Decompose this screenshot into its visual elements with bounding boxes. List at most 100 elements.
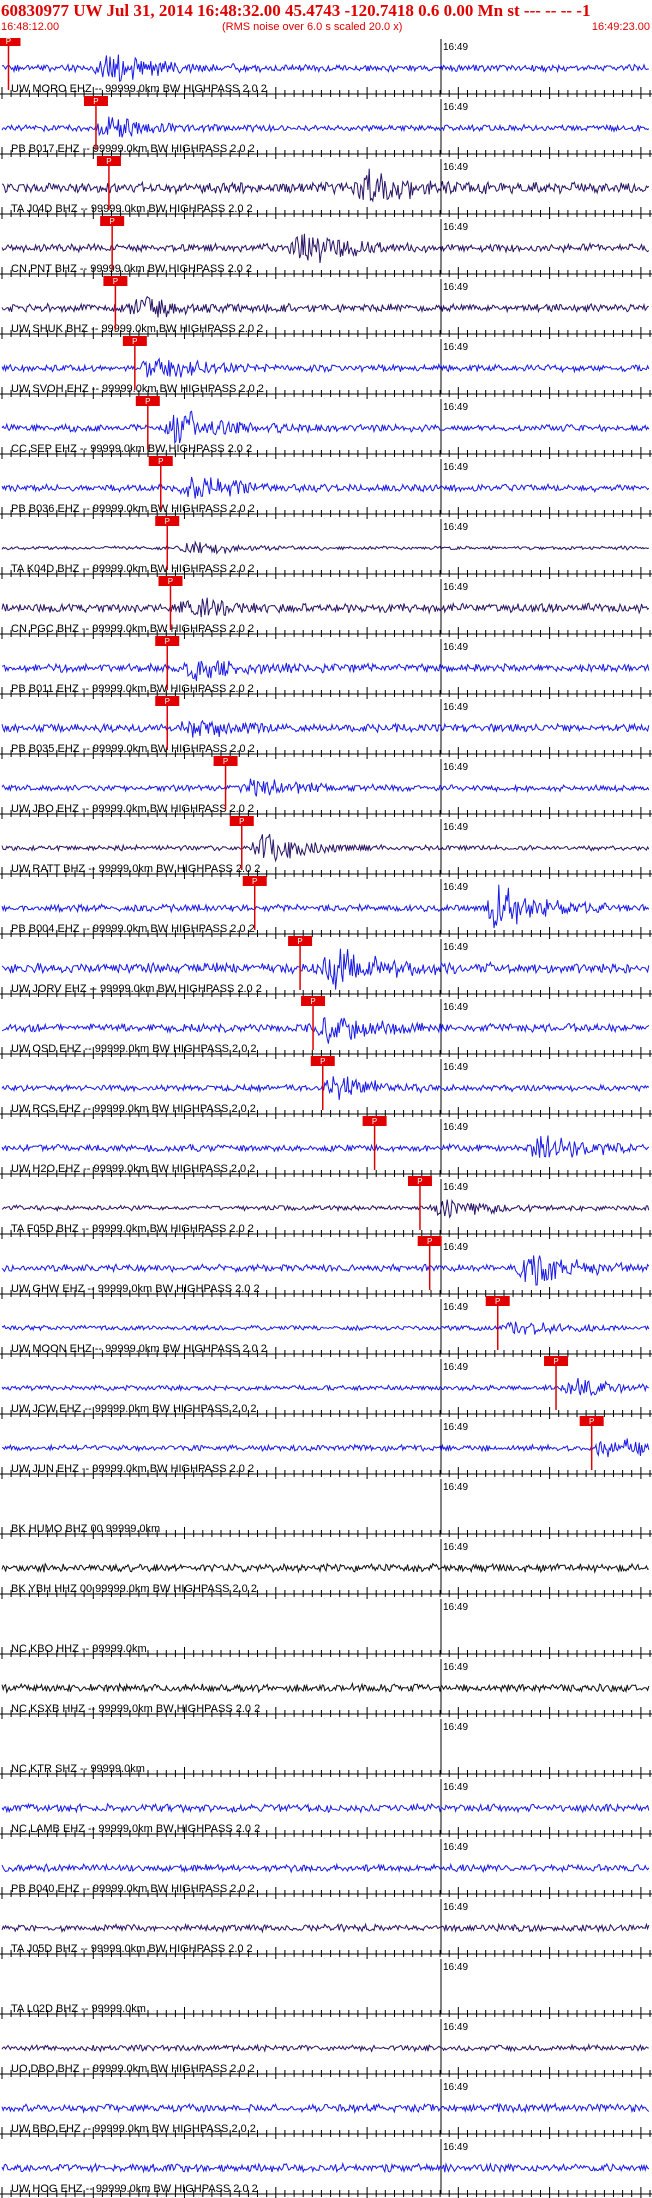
p-pick-label: P [168, 577, 173, 586]
trace-panel: 16:49 NC KBO HHZ -- 99999.0km [0, 1599, 652, 1659]
waveform [1, 1255, 650, 1286]
trace-panel: 16:49 PB B040 EHZ -- 99999.0km BW HIGHPAS… [0, 1839, 652, 1899]
minute-label: 16:49 [443, 1782, 468, 1793]
trace-panel: 16:49 UW RCS EHZ -- 99999.0km BW HIGHPASS… [0, 1056, 652, 1119]
station-label: BK YBH HHZ 00 99999.0km BW HIGHPASS 2.0 … [11, 1583, 257, 1595]
station-label: TA J04D BHZ -- 99999.0km BW HIGHPASS 2.0… [11, 203, 253, 215]
trace-panel: 16:49 UW OSD EHZ -- 99999.0km BW HIGHPASS… [0, 996, 652, 1059]
minute-label: 16:49 [443, 222, 468, 233]
trace-panel: 16:49 CN PNT BHZ -- 99999.0km BW HIGHPASS… [0, 216, 652, 279]
station-label: UW RATT BHZ -- 99999.0km BW HIGHPASS 2.0… [11, 863, 260, 875]
rms-note: (RMS noise over 6.0 s scaled 20.0 x) [222, 21, 403, 33]
trace-panel: 16:49 PB B035 EHZ -- 99999.0km BW HIGHPAS… [0, 696, 652, 759]
minute-label: 16:49 [443, 702, 468, 713]
waveform [1, 295, 649, 318]
waveform [1, 834, 650, 863]
station-label: UW RCS EHZ -- 99999.0km BW HIGHPASS 2.0 … [11, 1103, 256, 1115]
trace-panel: 16:49 NC KSXB HHZ -- 99999.0km BW HIGHPAS… [0, 1659, 652, 1719]
minute-label: 16:49 [443, 342, 468, 353]
station-label: UO DBO BHZ -- 99999.0km BW HIGHPASS 2.0 … [11, 2063, 255, 2075]
minute-label: 16:49 [443, 1542, 468, 1553]
station-label: UW H2O EHZ -- 99999.0km BW HIGHPASS 2.0 … [11, 1163, 255, 1175]
waveform [1, 540, 650, 555]
trace-panel: 16:49 CC SEP EHZ -- 99999.0km BW HIGHPASS… [0, 396, 652, 459]
waveform [1, 168, 650, 203]
p-pick-label: P [495, 1297, 500, 1306]
minute-label: 16:49 [443, 1302, 468, 1313]
minute-label: 16:49 [443, 1962, 468, 1973]
station-label: NC KSXB HHZ -- 99999.0km BW HIGHPASS 2.0… [11, 1703, 260, 1715]
station-label: UW JBO EHZ -- 99999.0km BW HIGHPASS 2.0 … [11, 803, 254, 815]
station-label: UW HOG EHZ -- 99999.0km BW HIGHPASS 2.0 … [11, 2183, 258, 2195]
trace-panel: 16:49 UW GHW EHZ -- 99999.0km BW HIGHPASS… [0, 1236, 652, 1299]
station-label: PB B035 EHZ -- 99999.0km BW HIGHPASS 2.0… [11, 743, 255, 755]
end-time: 16:49:23.00 [591, 21, 650, 33]
station-label: TA J05D BHZ -- 99999.0km BW HIGHPASS 2.0… [11, 1943, 253, 1955]
trace-panel: 16:49 BK YBH HHZ 00 99999.0km BW HIGHPASS… [0, 1539, 652, 1599]
station-label: NC KTR SHZ -- 99999.0km [11, 1763, 145, 1775]
minute-label: 16:49 [443, 1122, 468, 1133]
minute-label: 16:49 [443, 1422, 468, 1433]
waveform [1, 233, 650, 264]
waveform [1, 2043, 649, 2053]
waveform [1, 410, 650, 445]
station-label: CC SEP EHZ -- 99999.0km BW HIGHPASS 2.0 … [11, 443, 252, 455]
trace-panel: 16:49 UW JORV EHZ -- 99999.0km BW HIGHPAS… [0, 936, 652, 999]
waveform [1, 1802, 650, 1814]
minute-label: 16:49 [443, 582, 468, 593]
p-pick-label: P [145, 397, 150, 406]
station-label: UW SHUK BHZ -- 99999.0km BW HIGHPASS 2.0… [11, 323, 263, 335]
waveform [1, 1438, 650, 1458]
waveform [1, 1076, 650, 1100]
waveform [1, 2161, 650, 2174]
waveform [1, 1199, 650, 1219]
trace-panel: 16:49 UW HOG EHZ -- 99999.0km BW HIGHPASS… [0, 2139, 652, 2198]
minute-label: 16:49 [443, 402, 468, 413]
station-label: PB B017 EHZ -- 99999.0km BW HIGHPASS 2.0… [11, 143, 255, 155]
station-label: UW JCW EHZ -- 99999.0km BW HIGHPASS 2.0 … [11, 1403, 257, 1415]
station-label: UW BBO EHZ -- 99999.0km BW HIGHPASS 2.0 … [11, 2123, 256, 2135]
p-pick-label: P [6, 38, 11, 46]
station-label: PB B011 EHZ -- 99999.0km BW HIGHPASS 2.0… [11, 683, 254, 695]
event-header: 60830977 UW Jul 31, 2014 16:48:32.00 45.… [0, 0, 652, 38]
minute-label: 16:49 [443, 2082, 468, 2093]
minute-label: 16:49 [443, 462, 468, 473]
waveform [1, 597, 650, 618]
trace-panel: 16:49 CN PGC BHZ -- 99999.0km BW HIGHPASS… [0, 576, 652, 639]
waveform [1, 54, 649, 82]
waveform [1, 1562, 649, 1574]
p-pick-label: P [310, 997, 315, 1006]
minute-label: 16:49 [443, 1362, 468, 1373]
trace-panel: 16:49 UW JBO EHZ -- 99999.0km BW HIGHPASS… [0, 756, 652, 819]
trace-panel: 16:49 UW MOON EHZ -- 99999.0km BW HIGHPAS… [0, 1296, 652, 1359]
waveform [1, 1681, 650, 1694]
p-pick-label: P [427, 1237, 432, 1246]
trace-panel: 16:49 UW JCW EHZ -- 99999.0km BW HIGHPASS… [0, 1356, 652, 1419]
p-pick-label: P [93, 97, 98, 106]
trace-panel: 16:49 UW JUN EHZ -- 99999.0km BW HIGHPASS… [0, 1416, 652, 1479]
minute-label: 16:49 [443, 282, 468, 293]
station-label: PB B040 EHZ -- 99999.0km BW HIGHPASS 2.0… [11, 1883, 255, 1895]
trace-panel: 16:49 PB B011 EHZ -- 99999.0km BW HIGHPAS… [0, 636, 652, 699]
seismogram-panel: 16:49 UW MORO EHZ -- 99999.0km BW HIGHPAS… [0, 38, 652, 2198]
p-pick-label: P [417, 1177, 422, 1186]
station-label: NC LAMB EHZ -- 99999.0km BW HIGHPASS 2.0… [11, 1823, 260, 1835]
trace-panel: 16:49 UW MORO EHZ -- 99999.0km BW HIGHPAS… [0, 38, 652, 99]
minute-label: 16:49 [443, 1062, 468, 1073]
minute-label: 16:49 [443, 1182, 468, 1193]
minute-label: 16:49 [443, 42, 468, 53]
trace-panel: 16:49 TA K04D BHZ -- 99999.0km BW HIGHPAS… [0, 516, 652, 579]
station-label: TA K04D BHZ -- 99999.0km BW HIGHPASS 2.0… [11, 563, 255, 575]
station-label: CN PGC BHZ -- 99999.0km BW HIGHPASS 2.0 … [11, 623, 254, 635]
p-pick-label: P [589, 1417, 594, 1426]
p-pick-label: P [223, 757, 228, 766]
event-title: 60830977 UW Jul 31, 2014 16:48:32.00 45.… [1, 1, 591, 20]
trace-panel: 16:49 UW H2O EHZ -- 99999.0km BW HIGHPASS… [0, 1116, 652, 1179]
waveform [1, 660, 650, 682]
trace-panel: 16:49 NC KTR SHZ -- 99999.0km [0, 1719, 652, 1779]
station-label: UW MOON EHZ -- 99999.0km BW HIGHPASS 2.0… [11, 1343, 267, 1355]
waveform [1, 1922, 650, 1934]
trace-panel: 16:49 UW SVOH EHZ -- 99999.0km BW HIGHPAS… [0, 336, 652, 399]
minute-label: 16:49 [443, 942, 468, 953]
start-time: 16:48:12.00 [1, 21, 60, 33]
